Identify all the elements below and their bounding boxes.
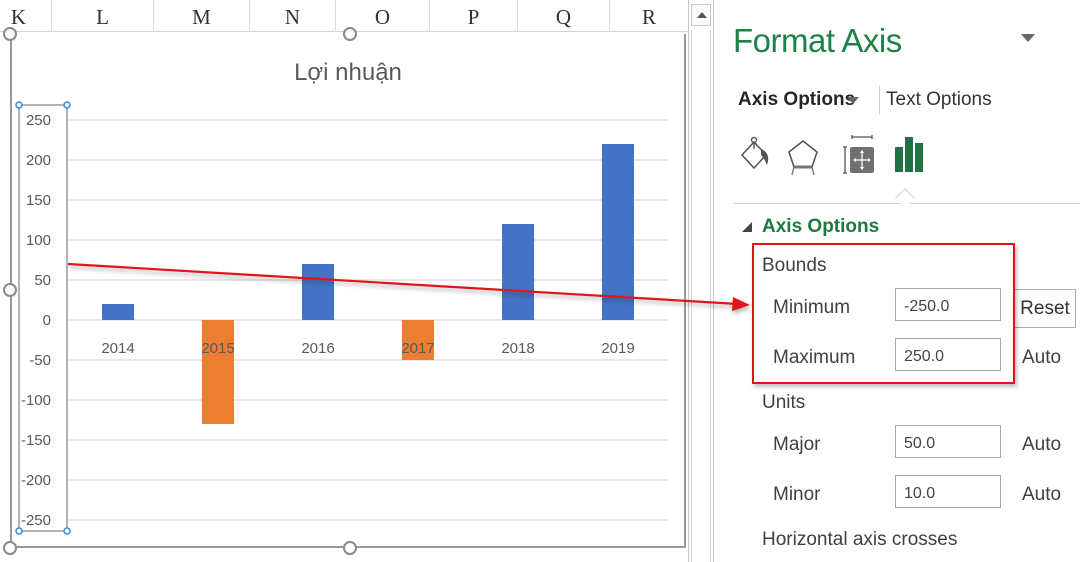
bar-2019[interactable] [602, 144, 634, 320]
x-category-label: 2016 [301, 340, 334, 357]
bar-chart: Lợi nhuận 2014 2015 2016 2017 2018 2019 250 20… [15, 59, 668, 535]
y-tick-label: -150 [21, 432, 51, 449]
y-tick-label: -250 [21, 512, 51, 529]
tab-divider [879, 86, 880, 114]
x-category-label: 2018 [501, 340, 534, 357]
scroll-track[interactable] [691, 30, 711, 562]
y-tick-label: -50 [29, 352, 51, 369]
minor-unit-input[interactable] [895, 475, 1001, 508]
effects-icon[interactable] [783, 133, 823, 177]
bar-2016[interactable] [302, 264, 334, 320]
category-axis-labels: 2014 2015 2016 2017 2018 2019 [101, 340, 634, 357]
y-tick-label: 250 [26, 112, 51, 129]
y-tick-label: 100 [26, 232, 51, 249]
horizontal-axis-crosses-label: Horizontal axis crosses [762, 529, 958, 550]
y-tick-label: 0 [43, 312, 51, 329]
value-axis: 250 200 150 100 50 0 -50 -100 -150 -200 -250 [15, 101, 71, 535]
pane-options-dropdown-icon[interactable] [1021, 34, 1035, 42]
units-label: Units [762, 392, 806, 413]
x-category-label: 2019 [601, 340, 634, 357]
bar-2015[interactable] [202, 320, 234, 424]
scroll-up-button[interactable] [691, 4, 711, 26]
selected-tab-pointer [895, 188, 915, 208]
x-category-label: 2014 [101, 340, 134, 357]
y-tick-label: 50 [34, 272, 51, 289]
maximum-auto-button[interactable]: Auto [1022, 347, 1061, 369]
pane-title: Format Axis [733, 22, 902, 59]
vertical-scrollbar[interactable] [688, 0, 714, 562]
y-tick-label: 150 [26, 192, 51, 209]
axis-options-section-header[interactable]: Axis Options [762, 216, 879, 238]
y-tick-label: 200 [26, 152, 51, 169]
axis-selection-handle[interactable] [63, 101, 71, 109]
major-auto-button[interactable]: Auto [1022, 434, 1061, 456]
axis-selection-handle[interactable] [63, 527, 71, 535]
bar-2018[interactable] [502, 224, 534, 320]
gridlines [68, 119, 668, 521]
bounds-highlight-box [752, 243, 1015, 384]
size-properties-icon[interactable] [840, 133, 880, 177]
tab-text-options[interactable]: Text Options [886, 89, 992, 111]
y-tick-label: -100 [21, 392, 51, 409]
chart-title[interactable]: Lợi nhuận [294, 59, 402, 86]
axis-selection-handle[interactable] [15, 101, 23, 109]
major-unit-input[interactable] [895, 425, 1001, 458]
minor-auto-button[interactable]: Auto [1022, 484, 1061, 506]
major-label: Major [773, 434, 821, 455]
fill-line-icon[interactable] [737, 133, 777, 177]
collapse-triangle-icon[interactable] [742, 222, 752, 232]
axis-options-dropdown-icon[interactable] [847, 97, 859, 104]
x-category-label: 2017 [401, 340, 434, 357]
y-tick-label: -200 [21, 472, 51, 489]
x-category-label: 2015 [201, 340, 234, 357]
axis-options-icon[interactable] [891, 133, 931, 177]
minor-label: Minor [773, 484, 821, 505]
minimum-reset-button[interactable]: Reset [1014, 289, 1076, 328]
tab-axis-options[interactable]: Axis Options [738, 89, 855, 111]
bars [102, 144, 634, 424]
bar-2014[interactable] [102, 304, 134, 320]
